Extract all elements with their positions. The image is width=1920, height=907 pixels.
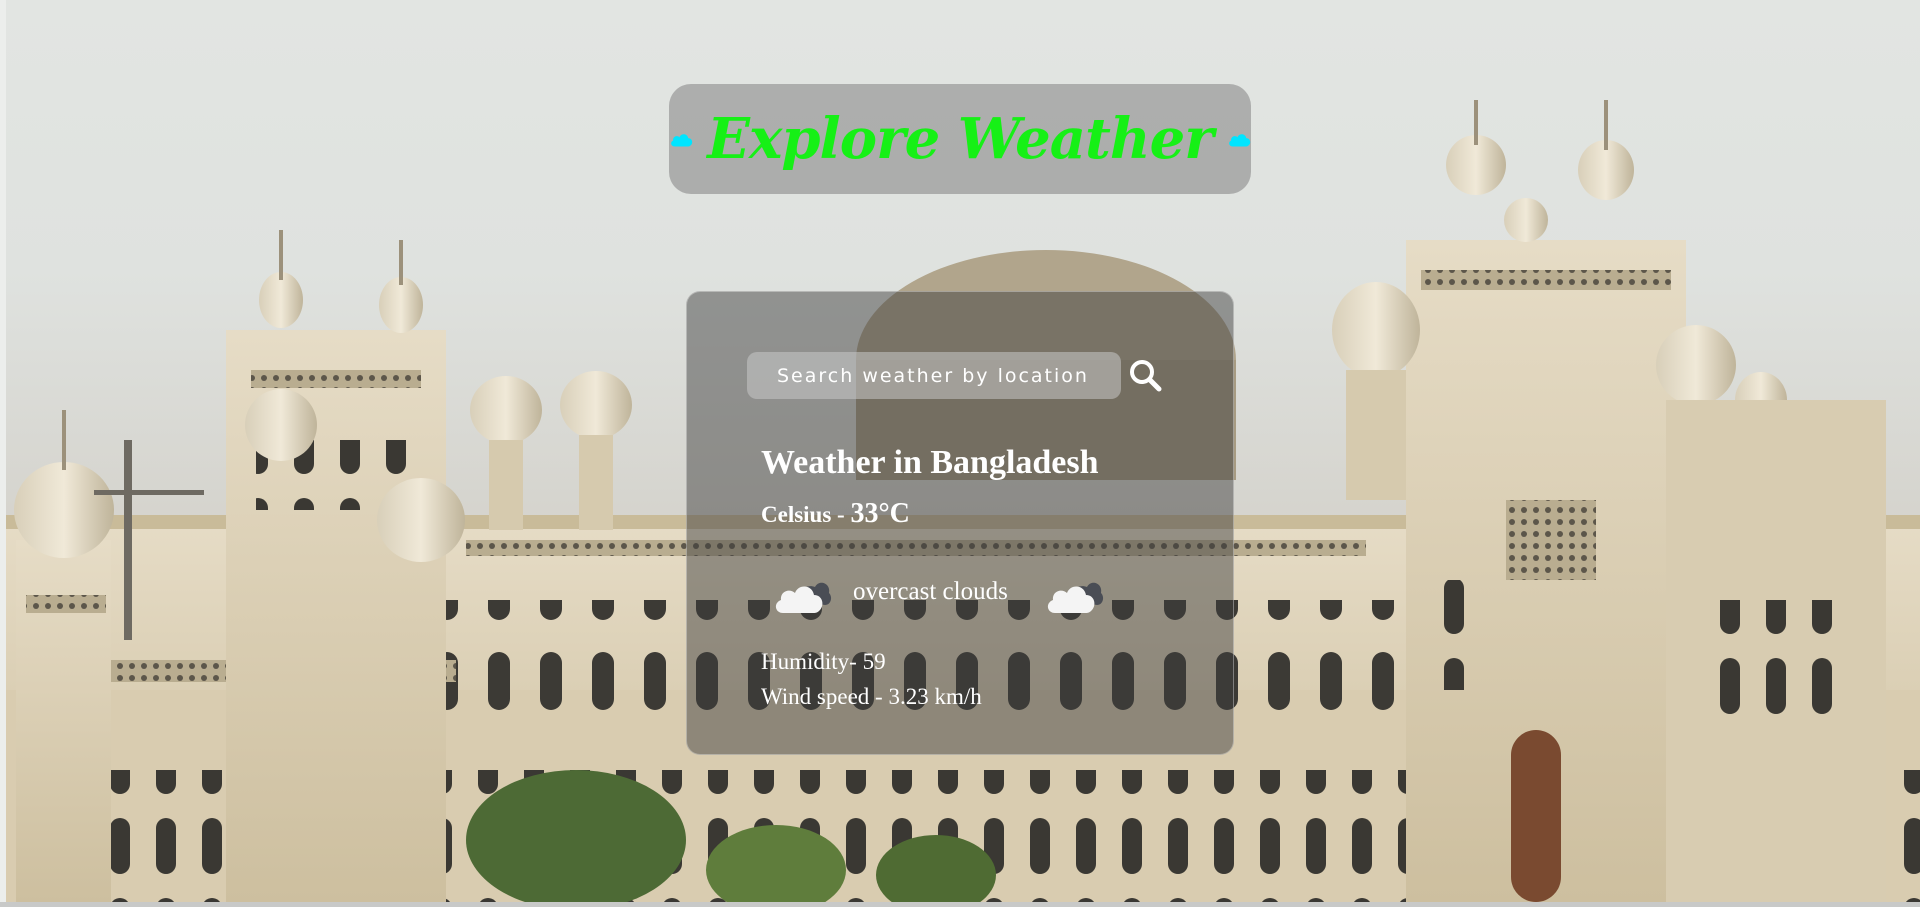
temperature: Celsius - 33°C — [761, 498, 910, 530]
search-button[interactable] — [1126, 356, 1166, 396]
cloud-icon — [1228, 134, 1250, 147]
app-title: Explore Weather — [707, 106, 1213, 172]
humidity: Humidity- 59 — [761, 649, 886, 674]
app-header: Explore Weather — [669, 84, 1251, 194]
search-icon — [1130, 360, 1162, 392]
weather-card: Weather in Bangladesh Celsius - 33°C ove… — [686, 291, 1234, 755]
weather-location-heading: Weather in Bangladesh — [761, 444, 1099, 481]
weather-description: overcast clouds — [853, 578, 1008, 605]
overcast-clouds-icon — [775, 582, 832, 613]
temperature-value: 33°C — [850, 498, 910, 529]
overcast-clouds-icon — [1047, 582, 1104, 613]
search-input[interactable] — [747, 352, 1121, 399]
wind-speed: Wind speed - 3.23 km/h — [761, 684, 982, 709]
temperature-label: Celsius - — [761, 502, 851, 527]
cloud-icon — [671, 134, 693, 147]
app-root: Explore Weather Weather in Bangladesh Ce… — [0, 0, 1920, 907]
search-bar — [747, 352, 1121, 399]
weather-description-row: overcast clouds — [773, 575, 1133, 615]
page-bottom-edge — [0, 902, 1920, 907]
